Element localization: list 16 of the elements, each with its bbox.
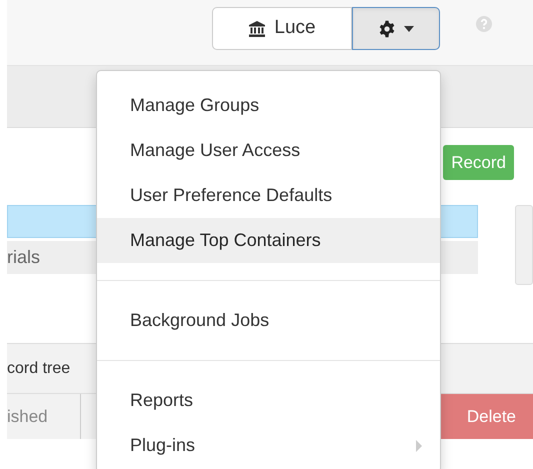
scrollbar[interactable] bbox=[515, 205, 533, 285]
menu-item[interactable]: Background Jobs bbox=[97, 298, 440, 343]
repository-button[interactable]: Luce bbox=[212, 7, 352, 50]
menu-item[interactable]: Manage Groups bbox=[97, 83, 440, 128]
menu-item[interactable]: Manage User Access bbox=[97, 128, 440, 173]
menu-item[interactable]: Manage Top Containers bbox=[97, 218, 440, 263]
tree-row-label: rials bbox=[7, 246, 40, 269]
bank-icon bbox=[248, 20, 266, 38]
menu-item[interactable]: Reports bbox=[97, 378, 440, 423]
menu-item[interactable]: User Preference Defaults bbox=[97, 173, 440, 218]
settings-button[interactable] bbox=[352, 7, 440, 50]
menu-item[interactable]: Plug-ins bbox=[97, 423, 440, 468]
record-tree-label: cord tree bbox=[7, 358, 70, 378]
help-icon[interactable] bbox=[476, 16, 492, 32]
gear-icon bbox=[378, 20, 396, 38]
caret-icon bbox=[404, 26, 414, 32]
